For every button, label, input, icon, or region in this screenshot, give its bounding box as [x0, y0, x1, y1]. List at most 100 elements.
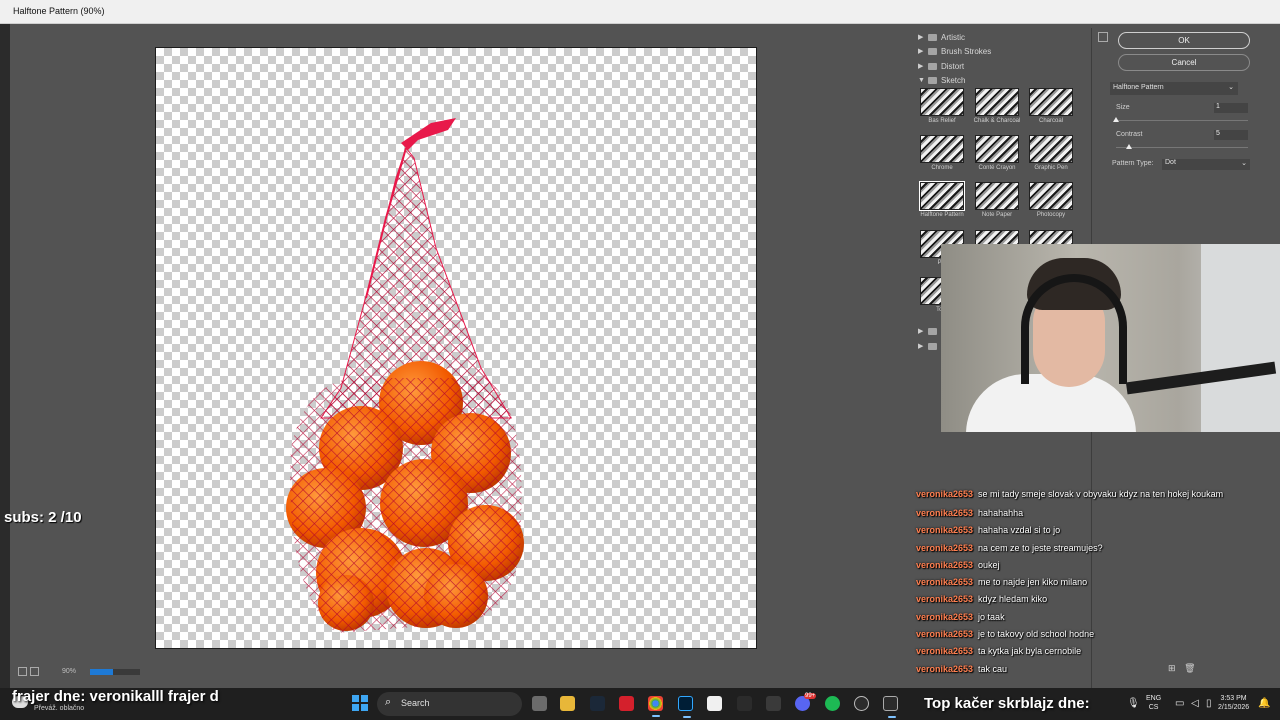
cancel-button[interactable]: Cancel: [1118, 54, 1250, 71]
zoom-in-button[interactable]: [30, 667, 39, 676]
chat-message: veronika2653 se mi tady smeje slovak v ob…: [916, 489, 1224, 499]
chat-message: veronika2653 oukej: [916, 559, 1000, 570]
chat-overlay: veronika2653 se mi tady smeje slovak v ob…: [916, 488, 1256, 675]
filter-thumb-photocopy[interactable]: Photocopy: [1023, 182, 1079, 228]
folder-icon: [928, 76, 937, 84]
chrome-thumbnail: [920, 135, 964, 163]
chat-message: veronika2653 jo taak: [916, 611, 1005, 622]
language-indicator[interactable]: ENG CS: [1146, 694, 1161, 712]
ok-button[interactable]: OK: [1118, 32, 1250, 49]
folder-icon: [928, 327, 937, 335]
photocopy-thumbnail: [1029, 182, 1073, 210]
obs-icon[interactable]: [854, 696, 869, 711]
zoom-level[interactable]: 90%: [62, 668, 76, 675]
windows-start-icon[interactable]: [352, 695, 368, 711]
left-edge-panel: [0, 24, 10, 688]
photoshop-icon[interactable]: [678, 696, 693, 718]
bas-relief-thumbnail: [920, 88, 964, 116]
render-progress-fill: [90, 669, 113, 675]
epic-games-icon[interactable]: [883, 696, 898, 718]
chat-message: veronika2653 me to najde jen kiko milano: [916, 577, 1088, 588]
app-a-icon[interactable]: [737, 696, 752, 711]
clock[interactable]: 3:53 PM 2/15/2026: [1218, 694, 1249, 712]
filter-thumb-bas-relief[interactable]: Bas Relief: [914, 88, 970, 134]
chat-message: veronika2653 ta kytka jak byla cernobile: [916, 646, 1082, 657]
file-explorer-icon[interactable]: [560, 696, 575, 711]
contrast-slider-track[interactable]: [1116, 147, 1248, 148]
app-grid-icon[interactable]: [766, 696, 781, 711]
folder-icon: [928, 342, 937, 350]
zoom-out-button[interactable]: [18, 667, 27, 676]
contrast-slider-knob[interactable]: [1126, 144, 1132, 149]
category-artistic[interactable]: ▶ Artistic: [918, 30, 965, 44]
chalk-charcoal-thumbnail: [975, 88, 1019, 116]
category-texture[interactable]: ▶: [918, 339, 941, 353]
webcam-overlay: [941, 244, 1280, 432]
pattern-type-select[interactable]: Dot ⌄: [1162, 159, 1250, 170]
chat-message: veronika2653 je to takovy old school hodn…: [916, 629, 1095, 640]
folder-icon: [928, 62, 937, 70]
filter-select[interactable]: Halftone Pattern ⌄: [1110, 82, 1238, 95]
filter-thumb-halftone-pattern[interactable]: Halftone Pattern: [914, 181, 970, 228]
notepad-icon[interactable]: [707, 696, 722, 711]
graphic-pen-thumbnail: [1029, 135, 1073, 163]
taskbar-search[interactable]: ⌕ Search: [377, 692, 522, 716]
notification-bell-icon[interactable]: 🔔: [1258, 698, 1270, 709]
halftone-pattern-thumbnail: [919, 181, 965, 211]
category-distort[interactable]: ▶ Distort: [918, 59, 964, 73]
filter-thumb-chrome[interactable]: Chrome: [914, 135, 970, 181]
size-label: Size: [1116, 104, 1130, 111]
battery-icon[interactable]: ▯: [1206, 698, 1212, 709]
note-paper-thumbnail: [975, 182, 1019, 210]
webcam-wall: [1201, 244, 1280, 432]
app-red-icon[interactable]: [619, 696, 634, 711]
render-progress: [90, 669, 140, 675]
delete-effect-layer-icon[interactable]: 🗑: [1184, 663, 1195, 673]
steam-icon[interactable]: [590, 696, 605, 711]
category-sketch[interactable]: ▼ Sketch: [918, 73, 965, 87]
preview-bottom-bar: 90%: [10, 662, 910, 682]
subs-counter-overlay: subs: 2 /10: [4, 509, 82, 526]
microphone-icon[interactable]: 🎙: [1127, 698, 1140, 709]
window-titlebar: Halftone Pattern (90%): [0, 0, 1280, 24]
size-slider-track[interactable]: [1116, 120, 1248, 121]
weather-text[interactable]: Převáž. oblačno: [34, 705, 84, 712]
spotify-icon[interactable]: [825, 696, 840, 711]
pattern-type-label: Pattern Type:: [1112, 160, 1154, 167]
chat-message: veronika2653 hahahahha: [916, 508, 1024, 518]
chevron-down-icon: ⌄: [1228, 84, 1234, 91]
filter-thumb-conte-crayon[interactable]: Conté Crayon: [969, 135, 1025, 181]
network-icon[interactable]: ▭: [1175, 698, 1184, 709]
size-input[interactable]: 1: [1214, 103, 1248, 113]
chat-message: veronika2653 kdyz hledam kiko: [916, 594, 1048, 605]
ticker-left: frajer dne: veronikalll frajer d: [12, 688, 219, 705]
effect-layer-controls: ⊞ 🗑: [1168, 663, 1196, 674]
filter-thumb-graphic-pen[interactable]: Graphic Pen: [1023, 135, 1079, 181]
category-brush-strokes[interactable]: ▶ Brush Strokes: [918, 44, 991, 58]
chevron-down-icon: ⌄: [1241, 160, 1247, 167]
new-effect-layer-icon[interactable]: ⊞: [1168, 663, 1176, 673]
chat-message: veronika2653 na cem ze to jeste streamuje…: [916, 542, 1103, 553]
volume-icon[interactable]: ◁: [1191, 698, 1199, 709]
filter-thumb-chalk-charcoal[interactable]: Chalk & Charcoal: [969, 88, 1025, 134]
conte-crayon-thumbnail: [975, 135, 1019, 163]
size-slider-knob[interactable]: [1113, 117, 1119, 122]
collapse-gallery-icon[interactable]: [1098, 32, 1108, 42]
ticker-right: Top kačer skrblajz dne:: [924, 695, 1090, 712]
chat-message: veronika2653 hahaha vzdal si to jo: [916, 525, 1061, 536]
webcam-headset: [1021, 274, 1127, 384]
filter-thumb-charcoal[interactable]: Charcoal: [1023, 88, 1079, 134]
filter-thumb-note-paper[interactable]: Note Paper: [969, 182, 1025, 228]
task-view-icon[interactable]: [532, 696, 547, 711]
folder-icon: [928, 47, 937, 55]
preview-canvas[interactable]: [155, 47, 757, 649]
charcoal-thumbnail: [1029, 88, 1073, 116]
discord-badge: 99+: [804, 693, 817, 699]
chat-message: veronika2653 tak cau: [916, 663, 1008, 674]
search-icon: ⌕: [385, 696, 392, 708]
category-stylize[interactable]: ▶: [918, 324, 941, 338]
folder-icon: [928, 33, 937, 41]
contrast-input[interactable]: 5: [1214, 130, 1248, 140]
window-title: Halftone Pattern (90%): [13, 6, 105, 16]
chrome-icon[interactable]: [648, 696, 663, 717]
